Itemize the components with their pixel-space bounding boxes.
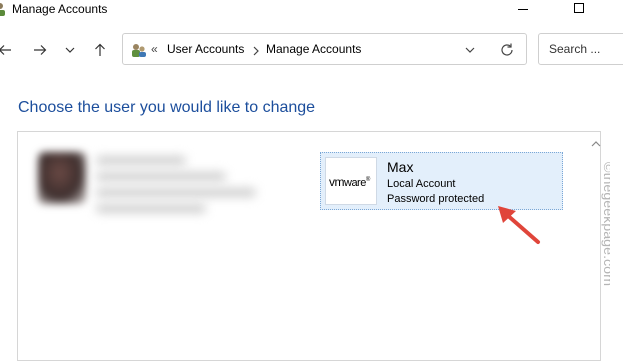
maximize-icon: [574, 3, 584, 13]
forward-button[interactable]: [31, 41, 49, 59]
up-button[interactable]: [91, 41, 109, 59]
navigation-bar: « User Accounts Manage Accounts Search .…: [0, 22, 623, 78]
breadcrumb-separator-icon: [253, 46, 259, 56]
blurred-user-account[interactable]: [38, 150, 263, 225]
search-input[interactable]: Search ...: [549, 42, 600, 56]
page-heading: Choose the user you would like to change: [18, 99, 316, 116]
minimize-button[interactable]: [500, 0, 546, 22]
vmware-logo-text: vmware®: [329, 175, 370, 189]
avatar: [38, 152, 86, 204]
user-accounts-icon: [132, 44, 146, 57]
breadcrumb-overflow[interactable]: «: [151, 42, 158, 56]
account-name: Max: [387, 159, 414, 175]
refresh-icon[interactable]: [499, 42, 515, 58]
address-bar[interactable]: « User Accounts Manage Accounts: [122, 33, 527, 65]
vmware-logo: vmware®: [325, 157, 377, 205]
blurred-text-line: [96, 204, 206, 213]
breadcrumb-user-accounts[interactable]: User Accounts: [167, 42, 244, 56]
account-password-status: Password protected: [387, 193, 485, 205]
back-button[interactable]: [0, 41, 14, 59]
blurred-text-line: [96, 172, 226, 181]
red-arrow-annotation: [498, 206, 540, 244]
users-icon: [0, 3, 5, 16]
blurred-text-line: [96, 156, 186, 165]
title-bar: Manage Accounts: [0, 0, 623, 22]
blurred-text-line: [96, 188, 256, 197]
recent-locations-button[interactable]: [61, 41, 79, 59]
breadcrumb-manage-accounts[interactable]: Manage Accounts: [266, 42, 361, 56]
chevron-down-icon: [65, 47, 75, 53]
arrow-left-icon: [0, 45, 11, 55]
arrow-right-icon: [34, 45, 47, 55]
watermark-text: ©thegeekpage.com: [601, 162, 610, 286]
maximize-button[interactable]: [556, 0, 602, 22]
arrow-up-icon: [95, 43, 105, 56]
scroll-up-icon[interactable]: [590, 138, 602, 150]
window-title: Manage Accounts: [12, 2, 108, 16]
address-dropdown-icon[interactable]: [463, 43, 477, 57]
account-type: Local Account: [387, 178, 456, 190]
minimize-icon: [518, 9, 528, 10]
search-box[interactable]: Search ...: [538, 33, 623, 65]
watermark: ©thegeekpage.com: [601, 162, 610, 286]
